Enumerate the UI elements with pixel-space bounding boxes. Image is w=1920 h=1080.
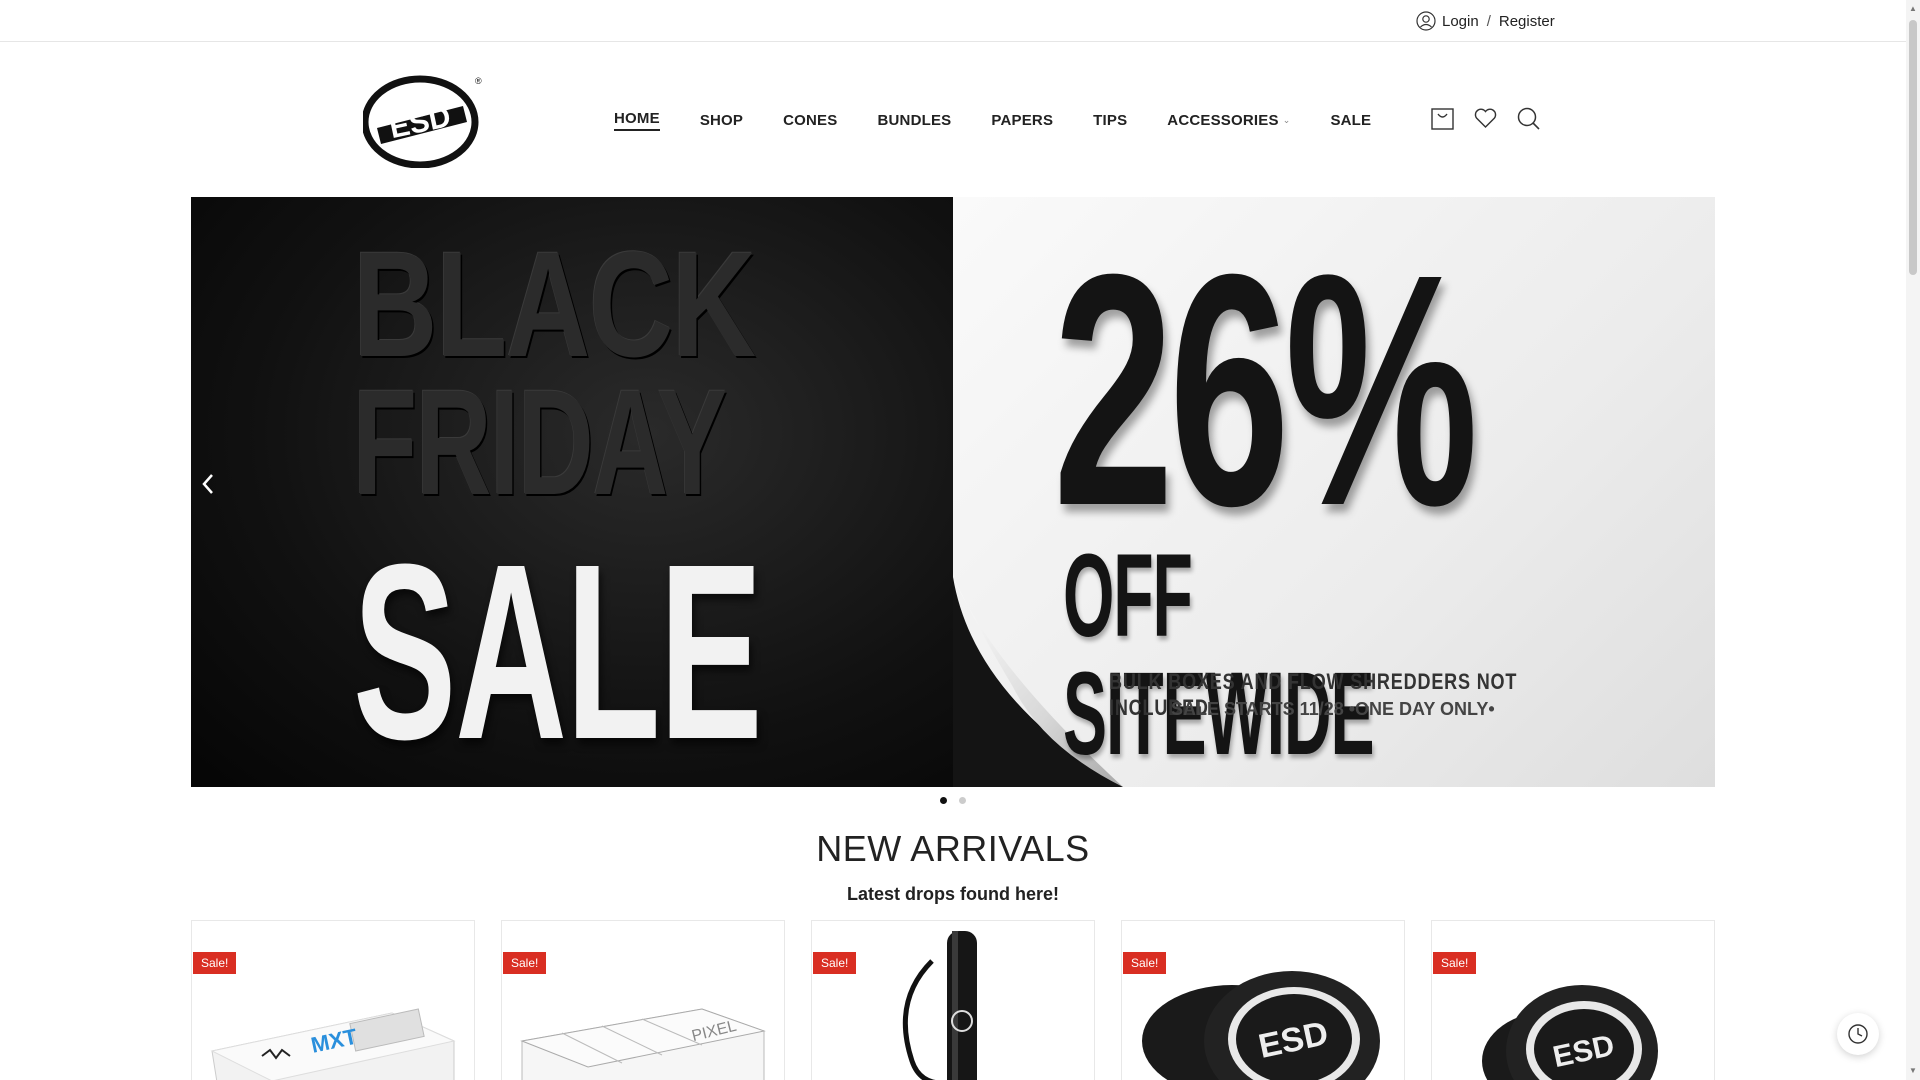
section-subtitle: Latest drops found here! [846,884,1059,904]
product-image-esd-grinder-small: ESD [1482,985,1658,1080]
scroll-down-arrow-icon[interactable]: ▼ [1909,1066,1917,1075]
svg-text:®: ® [475,76,482,86]
separator: / [1486,12,1491,30]
login-link[interactable]: Login [1442,13,1479,30]
account-links: Login / Register [1416,11,1555,31]
hero-slider[interactable]: BLACK FRIDAY SALE 26% OFF SITEWIDE BULK … [191,197,1715,787]
nav-sale[interactable]: SALE [1330,110,1371,131]
nav-tips[interactable]: TIPS [1093,110,1127,131]
history-clock-icon [1848,1024,1868,1044]
product-image-pixel-box: PIXEL [520,1008,766,1080]
esd-logo[interactable]: ESD ® [361,72,483,169]
slider-dot-2[interactable] [959,797,966,804]
scrollbar-thumb[interactable] [1909,20,1917,275]
slider-dot-1[interactable] [940,797,947,804]
heart-icon[interactable] [1473,106,1498,131]
chevron-down-icon: ⌄ [1282,115,1291,125]
hero-offer: OFF SITEWIDE [1063,530,1375,780]
top-bar: Login / Register [0,0,1906,42]
section-title: NEW ARRIVALS [816,828,1090,869]
user-icon [1416,11,1436,31]
hero-sale-start: SALE STARTS 11/28 •ONE DAY ONLY• [1171,699,1495,719]
product-image-esd-grinder: ESD [1142,971,1380,1080]
nav-accessories[interactable]: ACCESSORIES ⌄ [1167,110,1290,131]
nav-accessories-label: ACCESSORIES [1167,112,1279,129]
sale-badge: Sale! [503,952,547,974]
recently-viewed-button[interactable] [1837,1013,1879,1055]
product-image-scale: MXT [210,1008,456,1080]
nav-bundles[interactable]: BUNDLES [877,110,951,131]
hero-friday-text: FRIDAY [353,358,727,526]
product-card[interactable]: Sale! [811,920,1095,1080]
hero-black-text: BLACK [353,220,756,388]
nav-cones[interactable]: CONES [783,110,837,131]
scroll-up-arrow-icon[interactable]: ▲ [1909,4,1917,13]
register-link[interactable]: Register [1499,13,1555,30]
nav-home[interactable]: HOME [614,110,660,131]
nav-shop[interactable]: SHOP [700,110,743,131]
cart-icon[interactable] [1430,106,1455,131]
slider-prev-arrow-icon[interactable] [197,469,219,499]
product-card[interactable]: Sale! ESD [1431,920,1715,1080]
product-card[interactable]: Sale! ESD [1121,920,1405,1080]
product-grid: Sale! MXT Sale! PIXEL Sale! Sale! ESD Sa… [191,920,1715,1080]
sale-badge: Sale! [1433,952,1477,974]
site-header: ESD ® HOME SHOP CONES BUNDLES PAPERS TIP… [0,42,1906,197]
hero-sale-text: SALE [353,512,763,787]
page-scrollbar[interactable]: ▲ ▼ [1906,0,1920,1080]
sale-badge: Sale! [813,952,857,974]
hero-left-panel: BLACK FRIDAY SALE [191,197,953,787]
slider-dots [940,797,966,804]
hero-right-panel: 26% OFF SITEWIDE BULK BOXES AND FLOW SHR… [953,197,1715,787]
main-nav: HOME SHOP CONES BUNDLES PAPERS TIPS ACCE… [614,110,1411,131]
nav-papers[interactable]: PAPERS [991,110,1053,131]
product-image-keychain-tube [902,931,977,1080]
sale-badge: Sale! [1123,952,1167,974]
hero-percent: 26% [1053,205,1478,574]
product-card[interactable]: Sale! PIXEL [501,920,785,1080]
header-icons [1430,106,1541,131]
sale-badge: Sale! [193,952,237,974]
search-icon[interactable] [1516,106,1541,131]
product-card[interactable]: Sale! MXT [191,920,475,1080]
